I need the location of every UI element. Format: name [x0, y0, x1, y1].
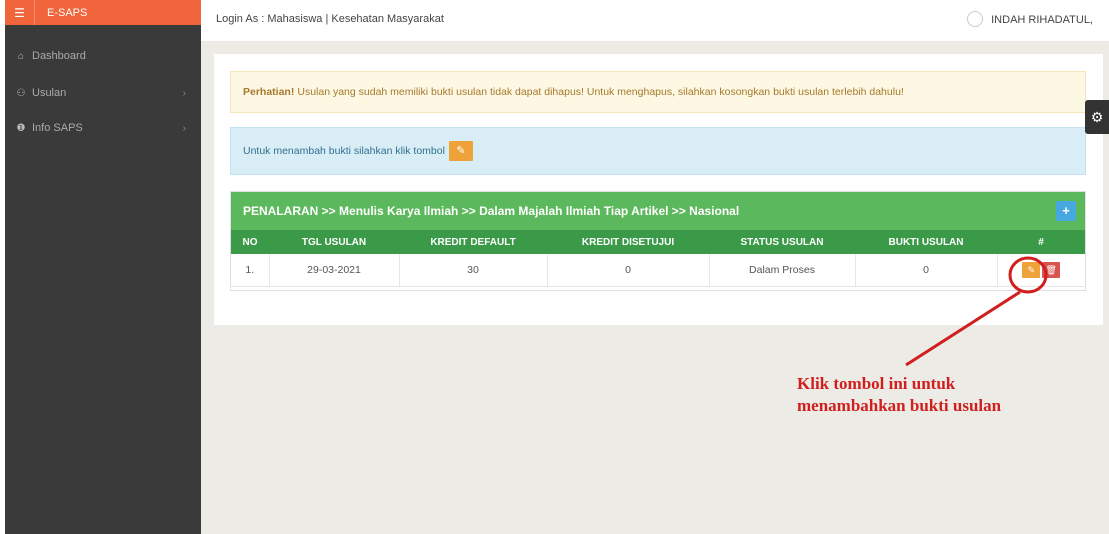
cell-no: 1. — [231, 254, 270, 287]
chevron-right-icon: › — [182, 122, 186, 134]
sidebar — [5, 0, 201, 534]
add-button[interactable]: + — [1056, 201, 1076, 221]
cell-status: Dalam Proses — [709, 254, 856, 287]
table-title-bar: PENALARAN >> Menulis Karya Ilmiah >> Dal… — [231, 192, 1085, 230]
main-content: Perhatian! Usulan yang sudah memiliki bu… — [201, 42, 1109, 534]
annotation-line-1: Klik tombol ini untuk — [797, 374, 956, 393]
column-header: STATUS USULAN — [709, 230, 855, 254]
top-bar: Login As : Mahasiswa | Kesehatan Masyara… — [201, 0, 1109, 42]
usulan-table: NO TGL USULAN KREDIT DEFAULT KREDIT DISE… — [231, 230, 1085, 287]
usulan-icon: ⚇ — [16, 87, 26, 99]
sidebar-item-info-saps[interactable]: ❶ Info SAPS › — [5, 117, 201, 139]
warning-strong: Perhatian! — [243, 86, 295, 98]
info-icon: ❶ — [16, 122, 26, 134]
info-text: Untuk menambah bukti silahkan klik tombo… — [243, 145, 445, 157]
delete-button[interactable]: 🗑 — [1042, 261, 1061, 278]
annotation-text: Klik tombol ini untuk menambahkan bukti … — [797, 373, 1001, 417]
menu-toggle-icon[interactable]: ☰ — [5, 0, 35, 25]
sidebar-item-usulan[interactable]: ⚇ Usulan › — [5, 82, 201, 104]
content-panel: Perhatian! Usulan yang sudah memiliki bu… — [214, 54, 1103, 325]
cell-kredit-default: 30 — [399, 254, 548, 287]
column-header: BUKTI USULAN — [855, 230, 997, 254]
chevron-right-icon: › — [182, 87, 186, 99]
brand-bar: ☰ E-SAPS — [5, 0, 201, 25]
sidebar-item-dashboard[interactable]: ⌂ Dashboard — [5, 45, 201, 67]
user-name: INDAH RIHADATUL, — [991, 14, 1093, 26]
annotation-line-2: menambahkan bukti usulan — [797, 396, 1002, 415]
home-icon: ⌂ — [17, 50, 25, 62]
user-menu[interactable]: INDAH RIHADATUL, — [967, 11, 1093, 27]
sidebar-item-label: Usulan — [32, 87, 67, 99]
cell-tgl-usulan: 29-03-2021 — [269, 254, 400, 287]
sidebar-item-label: Dashboard — [32, 50, 86, 62]
avatar — [967, 11, 984, 27]
table-row: 1. 29-03-2021 30 0 Dalam Proses 0 ✎ 🗑 — [231, 254, 1085, 287]
usulan-table-box: PENALARAN >> Menulis Karya Ilmiah >> Dal… — [230, 191, 1086, 291]
sidebar-item-label: Info SAPS — [32, 122, 83, 134]
edit-button[interactable]: ✎ — [1022, 261, 1041, 278]
table-title: PENALARAN >> Menulis Karya Ilmiah >> Dal… — [243, 204, 740, 218]
warning-alert: Perhatian! Usulan yang sudah memiliki bu… — [230, 71, 1086, 113]
column-header: TGL USULAN — [269, 230, 399, 254]
warning-text: Usulan yang sudah memiliki bukti usulan … — [297, 86, 904, 98]
column-header: # — [997, 230, 1085, 254]
cell-bukti: 0 — [855, 254, 998, 287]
column-header: KREDIT DEFAULT — [399, 230, 547, 254]
cell-kredit-disetujui: 0 — [547, 254, 710, 287]
settings-gear-icon[interactable]: ⚙ — [1085, 100, 1109, 134]
edit-icon: ✎ — [448, 141, 473, 161]
table-header-row: NO TGL USULAN KREDIT DEFAULT KREDIT DISE… — [231, 230, 1085, 254]
cell-actions: ✎ 🗑 — [997, 254, 1085, 287]
column-header: NO — [231, 230, 269, 254]
login-info: Login As : Mahasiswa | Kesehatan Masyara… — [216, 13, 444, 25]
app-logo[interactable]: E-SAPS — [35, 7, 87, 19]
info-alert: Untuk menambah bukti silahkan klik tombo… — [230, 127, 1086, 175]
column-header: KREDIT DISETUJUI — [547, 230, 709, 254]
